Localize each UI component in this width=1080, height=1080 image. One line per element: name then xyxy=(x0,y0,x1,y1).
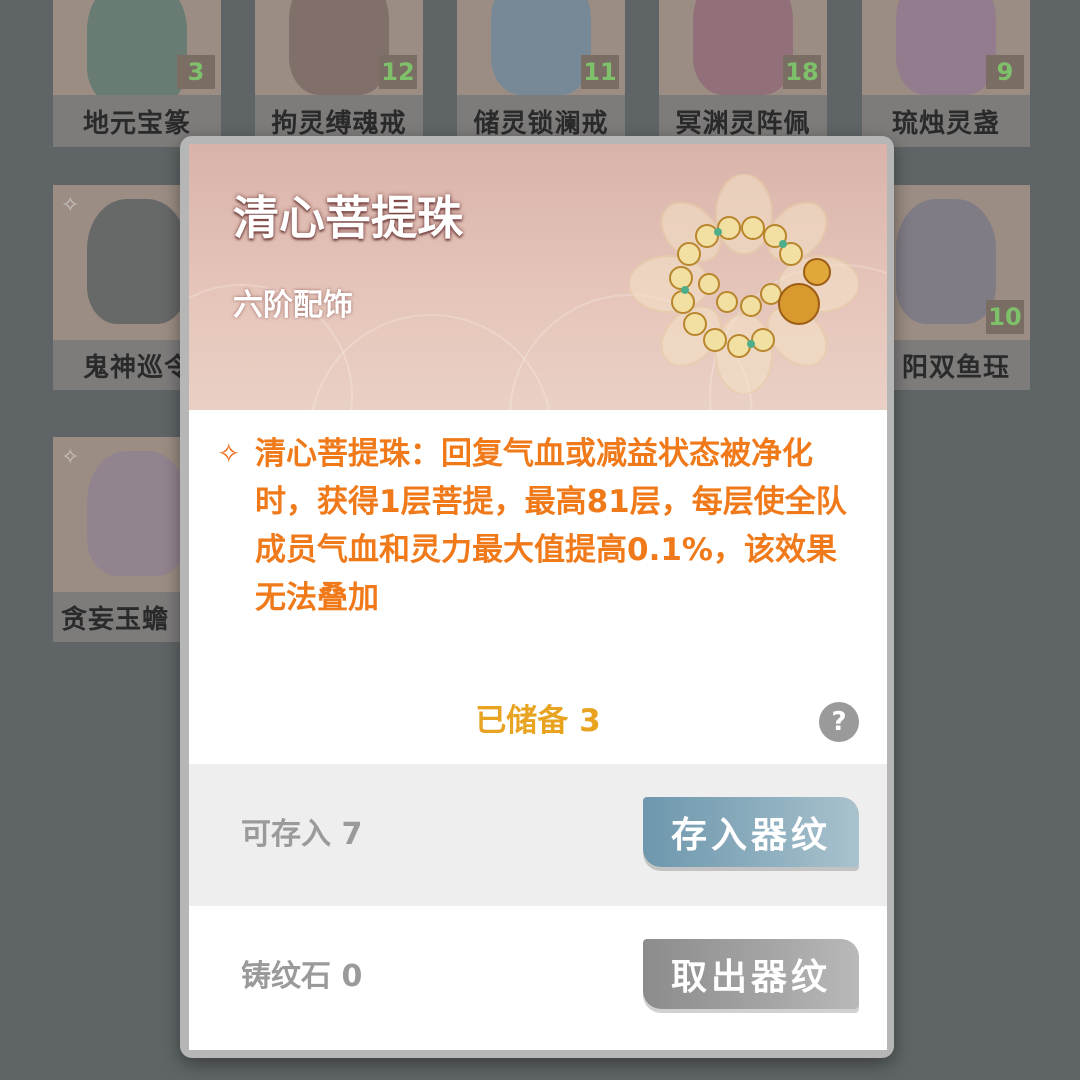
item-thumbnail: 18 xyxy=(659,0,827,95)
item-art xyxy=(289,0,389,95)
effect-diamond-icon: ✧ xyxy=(217,437,241,470)
description-text: 清心菩提珠：回复气血或减益状态被净化时，获得1层菩提，最高81层，每层使全队成员… xyxy=(255,436,847,616)
item-count: 11 xyxy=(581,55,619,89)
item-detail-dialog: 清心菩提珠 六阶配饰 ✧ 清心菩提珠：回复气血或减益状态被净化时，获得1层菩提，… xyxy=(180,136,894,1058)
item-count: 3 xyxy=(177,55,215,89)
take-pattern-button[interactable]: 取出器纹 xyxy=(643,939,859,1009)
item-subtitle: 六阶配饰 xyxy=(233,288,353,323)
item-count: 18 xyxy=(783,55,821,89)
grid-item-1[interactable]: 3 地元宝篆 xyxy=(53,0,221,147)
item-count: 9 xyxy=(986,55,1024,89)
item-count: 10 xyxy=(986,300,1024,334)
grid-item-2[interactable]: 12 拘灵缚魂戒 xyxy=(255,0,423,147)
store-pattern-button[interactable]: 存入器纹 xyxy=(643,797,859,867)
item-art xyxy=(896,0,996,95)
item-art xyxy=(491,0,591,95)
item-thumbnail: 9 xyxy=(862,0,1030,95)
item-thumbnail: 12 xyxy=(255,0,423,95)
item-art xyxy=(87,451,187,576)
pattern-stone-label: 铸纹石 0 xyxy=(241,959,363,994)
item-count: 12 xyxy=(379,55,417,89)
item-art xyxy=(693,0,793,95)
item-art xyxy=(896,199,996,324)
grid-item-3[interactable]: 11 储灵锁澜戒 xyxy=(457,0,625,147)
item-art xyxy=(87,0,187,95)
equipped-mark-icon: ✧ xyxy=(61,193,80,218)
help-icon[interactable]: ? xyxy=(819,702,859,742)
take-row: 铸纹石 0 取出器纹 xyxy=(189,906,887,1048)
grid-item-4[interactable]: 18 冥渊灵阵佩 xyxy=(659,0,827,147)
equipped-mark-icon: ✧ xyxy=(61,445,80,470)
item-art xyxy=(87,199,187,324)
item-description: ✧ 清心菩提珠：回复气血或减益状态被净化时，获得1层菩提，最高81层，每层使全队… xyxy=(217,430,867,622)
grid-item-5[interactable]: 9 琉烛灵盏 xyxy=(862,0,1030,147)
bodhi-beads-icon xyxy=(629,174,859,394)
store-available-label: 可存入 7 xyxy=(241,817,363,852)
item-thumbnail: 3 xyxy=(53,0,221,95)
stock-row: 已储备 3 ? xyxy=(189,696,887,746)
store-row: 可存入 7 存入器纹 xyxy=(189,764,887,906)
dialog-header: 清心菩提珠 六阶配饰 xyxy=(189,144,887,410)
stock-count: 已储备 3 xyxy=(475,703,601,739)
item-thumbnail: 11 xyxy=(457,0,625,95)
item-title: 清心菩提珠 xyxy=(233,191,463,245)
dialog-body: 清心菩提珠 六阶配饰 ✧ 清心菩提珠：回复气血或减益状态被净化时，获得1层菩提，… xyxy=(189,144,887,1050)
